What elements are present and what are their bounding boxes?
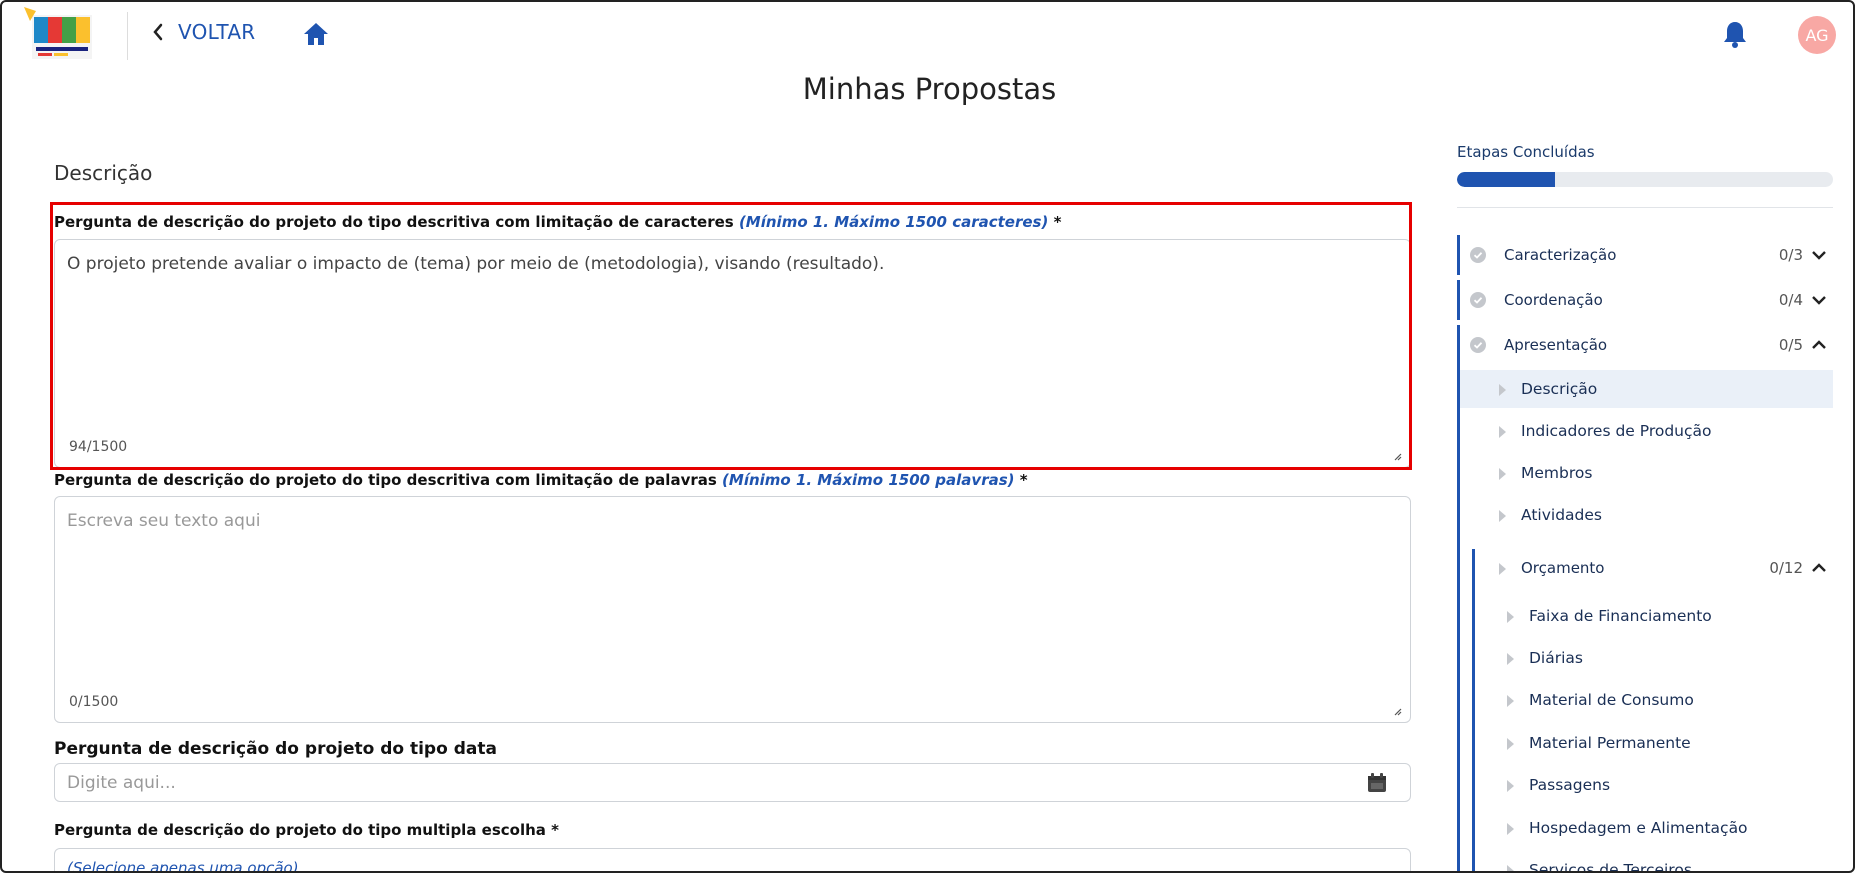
sidebar-subitem-label: Material de Consumo xyxy=(1529,691,1694,709)
chevron-down-icon xyxy=(1812,296,1826,305)
date-input[interactable]: Digite aqui... xyxy=(54,763,1411,802)
caret-right-icon xyxy=(1507,695,1514,707)
sidebar-subitem-label: Atividades xyxy=(1521,506,1602,524)
caret-right-icon xyxy=(1507,780,1514,792)
sidebar-item-label: Caracterização xyxy=(1504,246,1617,264)
sidebar-item-count: 0/5 xyxy=(1778,336,1803,354)
calendar-icon[interactable] xyxy=(1366,772,1388,794)
question-2-placeholder: Escreva seu texto aqui xyxy=(67,511,261,531)
caret-right-icon xyxy=(1507,653,1514,665)
page-title: Minhas Propostas xyxy=(802,72,1057,106)
sidebar-subitem-hospedagem[interactable]: Hospedagem e Alimentação xyxy=(1475,809,1833,847)
app-window: VOLTAR AG Minhas Propostas Descrição Per… xyxy=(0,0,1855,873)
check-circle-icon xyxy=(1470,337,1486,353)
sidebar-subitem-passagens[interactable]: Passagens xyxy=(1475,766,1833,804)
sidebar-subitem-material-consumo[interactable]: Material de Consumo xyxy=(1475,681,1833,719)
progress-fill xyxy=(1457,172,1555,187)
sidebar-subitem-label: Hospedagem e Alimentação xyxy=(1529,819,1748,837)
question-2-textarea[interactable]: Escreva seu texto aqui 0/1500 xyxy=(54,496,1411,723)
sidebar-subitem-diarias[interactable]: Diárias xyxy=(1475,639,1833,677)
check-circle-icon xyxy=(1470,292,1486,308)
sidebar-subitem-label: Material Permanente xyxy=(1529,734,1691,752)
header-divider xyxy=(127,12,128,60)
sidebar-item-label: Apresentação xyxy=(1504,336,1608,354)
sidebar-subitem-label: Descrição xyxy=(1521,380,1598,398)
sidebar-subitem-indicadores[interactable]: Indicadores de Produção xyxy=(1460,412,1833,450)
question-4-label: Pergunta de descrição do projeto do tipo… xyxy=(54,821,559,839)
avatar[interactable]: AG xyxy=(1798,16,1836,54)
question-4-text: Pergunta de descrição do projeto do tipo… xyxy=(54,821,546,839)
caret-right-icon xyxy=(1507,611,1514,623)
sidebar-subitem-material-permanente[interactable]: Material Permanente xyxy=(1475,724,1833,762)
sidebar-subitem-label: Diárias xyxy=(1529,649,1583,667)
required-marker: * xyxy=(1019,471,1028,489)
sidebar-divider xyxy=(1457,207,1833,208)
bell-icon xyxy=(1724,22,1746,48)
question-2-counter: 0/1500 xyxy=(69,694,119,710)
notifications-button[interactable] xyxy=(1722,20,1748,53)
question-3-text: Pergunta de descrição do projeto do tipo… xyxy=(54,739,497,759)
sidebar-subitem-membros[interactable]: Membros xyxy=(1460,454,1833,492)
caret-right-icon xyxy=(1499,426,1506,438)
chevron-left-icon xyxy=(153,23,163,41)
choice-hint: (Selecione apenas uma opção) xyxy=(67,859,299,873)
sidebar-item-orcamento[interactable]: Orçamento 0/12 xyxy=(1475,549,1833,587)
chevron-up-icon xyxy=(1812,340,1826,349)
logo[interactable] xyxy=(24,7,96,65)
caret-right-icon xyxy=(1499,468,1506,480)
sidebar-item-caracterizacao[interactable]: Caracterização 0/3 xyxy=(1457,235,1833,275)
home-button[interactable] xyxy=(302,21,330,52)
question-3-label: Pergunta de descrição do projeto do tipo… xyxy=(54,739,497,759)
chevron-down-icon xyxy=(1812,251,1826,260)
question-2-text: Pergunta de descrição do projeto do tipo… xyxy=(54,471,717,489)
caret-right-icon xyxy=(1507,823,1514,835)
back-label: VOLTAR xyxy=(178,20,256,44)
sidebar-subitem-label: Serviços de Terceiros xyxy=(1529,861,1692,873)
sidebar-subitem-label: Faixa de Financiamento xyxy=(1529,607,1712,625)
question-2-hint: (Mínimo 1. Máximo 1500 palavras) xyxy=(722,471,1015,489)
sidebar-subitem-atividades[interactable]: Atividades xyxy=(1460,496,1833,534)
required-marker: * xyxy=(551,821,559,839)
sidebar-item-label: Coordenação xyxy=(1504,291,1603,309)
steps-title: Etapas Concluídas xyxy=(1457,143,1595,161)
sidebar-item-coordenacao[interactable]: Coordenação 0/4 xyxy=(1457,280,1833,320)
sidebar-item-count: 0/3 xyxy=(1778,246,1803,264)
check-circle-icon xyxy=(1470,247,1486,263)
progress-bar xyxy=(1457,172,1833,187)
caret-right-icon xyxy=(1507,865,1514,871)
sidebar-subitem-label: Passagens xyxy=(1529,776,1611,794)
sidebar-item-count: 0/12 xyxy=(1769,559,1803,577)
sidebar-subitem-faixa[interactable]: Faixa de Financiamento xyxy=(1475,597,1833,635)
sidebar-item-bar xyxy=(1457,235,1460,275)
caret-right-icon xyxy=(1499,510,1506,522)
home-icon xyxy=(304,23,328,45)
sidebar-subitem-label: Membros xyxy=(1521,464,1593,482)
highlight-box xyxy=(50,202,1412,470)
sidebar-item-apresentacao[interactable]: Apresentação 0/5 xyxy=(1457,325,1833,365)
back-button[interactable]: VOLTAR xyxy=(152,20,256,44)
sidebar-subitem-descricao[interactable]: Descrição xyxy=(1460,370,1833,408)
sidebar-item-count: 0/4 xyxy=(1778,291,1803,309)
choice-box[interactable]: (Selecione apenas uma opção) xyxy=(54,848,1411,873)
sidebar-item-label: Orçamento xyxy=(1521,559,1605,577)
resize-handle-icon[interactable] xyxy=(1392,706,1402,716)
sidebar-subitem-label: Indicadores de Produção xyxy=(1521,422,1712,440)
sidebar-subitem-servicos[interactable]: Serviços de Terceiros xyxy=(1475,851,1833,873)
section-title: Descrição xyxy=(54,161,153,185)
caret-right-icon xyxy=(1499,563,1506,575)
date-placeholder: Digite aqui... xyxy=(67,773,176,793)
caret-right-icon xyxy=(1507,738,1514,750)
caret-right-icon xyxy=(1499,384,1506,396)
sidebar-item-bar xyxy=(1457,280,1460,320)
chevron-up-icon xyxy=(1812,563,1826,572)
question-2-label: Pergunta de descrição do projeto do tipo… xyxy=(54,471,1028,489)
